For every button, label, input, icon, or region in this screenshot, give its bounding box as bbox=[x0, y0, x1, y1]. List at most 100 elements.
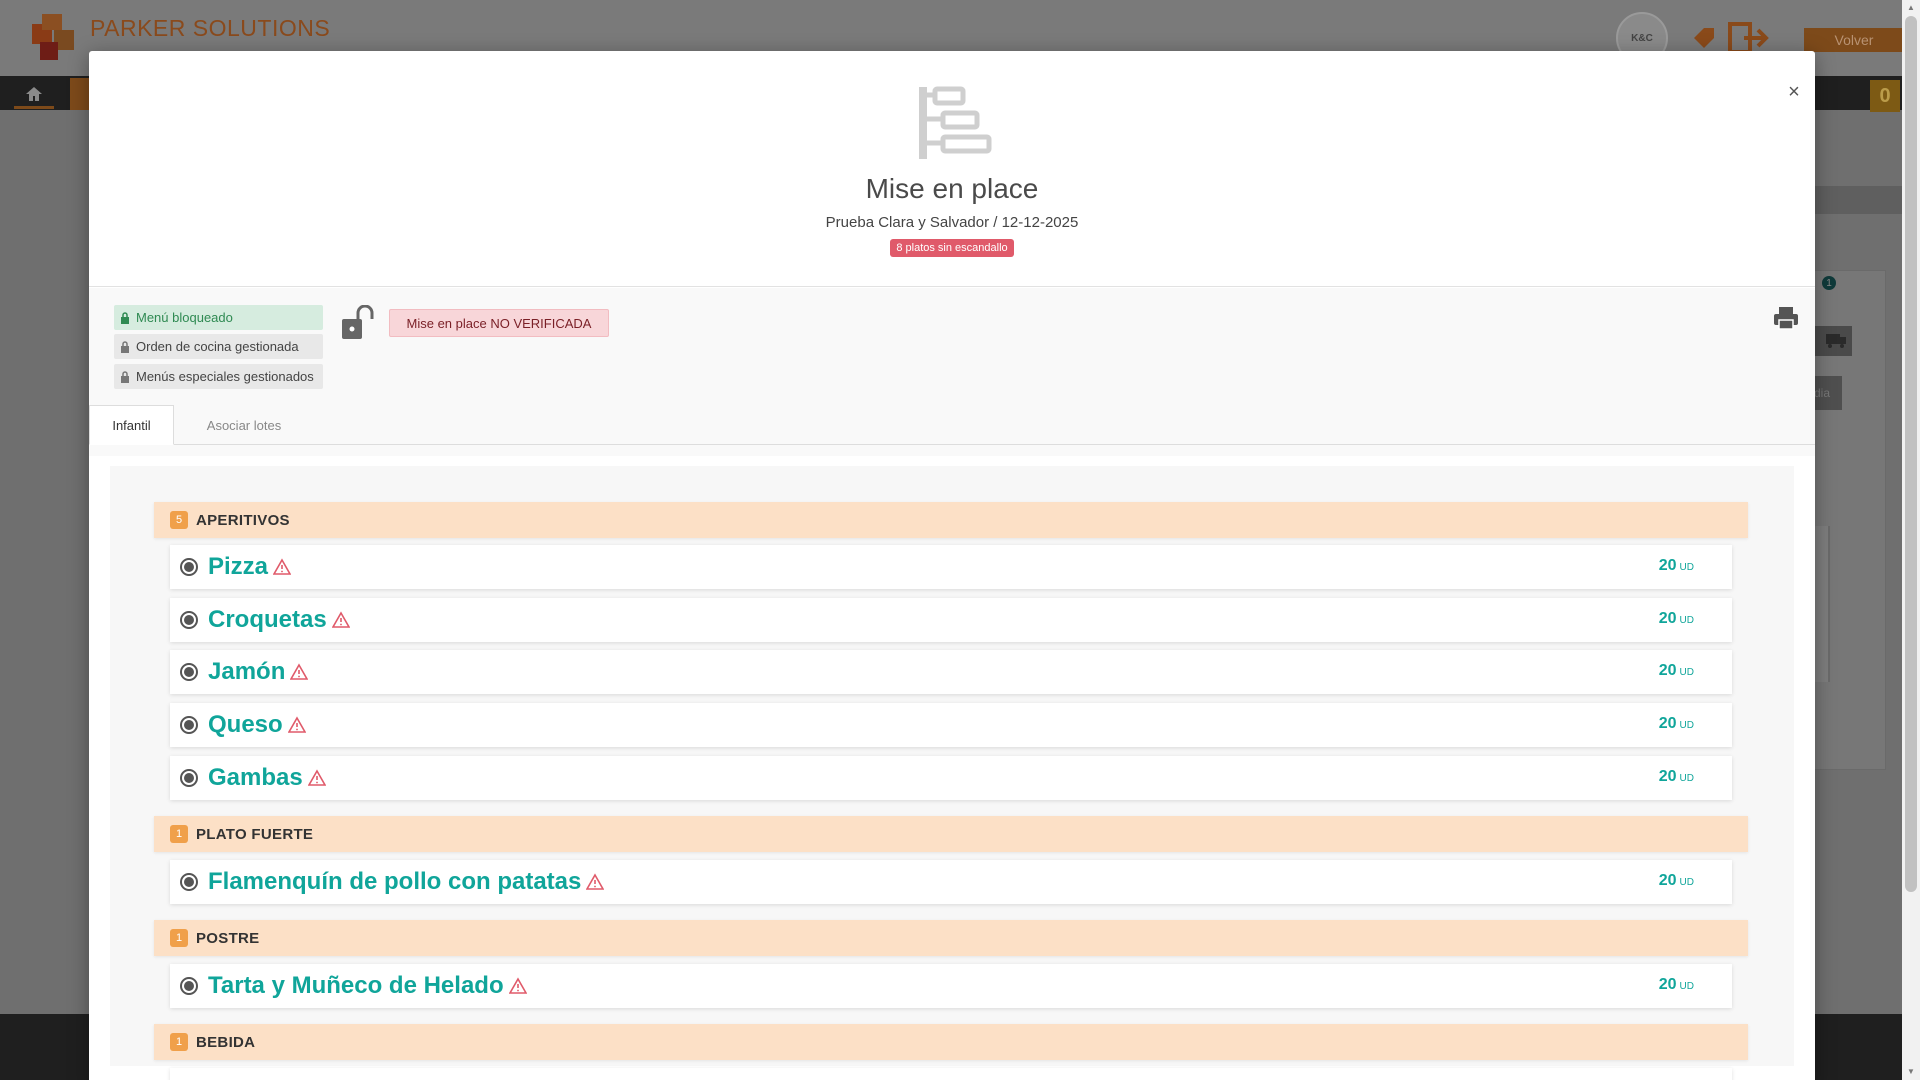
special-menus-status: Menús especiales gestionados bbox=[114, 364, 323, 389]
quantity-unit: UD bbox=[1679, 877, 1694, 888]
background-side-button[interactable]: dia bbox=[1814, 376, 1842, 410]
dish-name: Tarta y Muñeco de Helado bbox=[208, 972, 504, 999]
dish-quantity: 20 UD bbox=[1659, 768, 1694, 786]
modal-subtitle: Prueba Clara y Salvador / 12-12-2025 bbox=[825, 214, 1079, 231]
truck-icon[interactable] bbox=[1814, 326, 1852, 356]
dish-radio[interactable] bbox=[180, 558, 198, 576]
warning-triangle-icon bbox=[307, 769, 326, 786]
dish-row[interactable]: Tarta y Muñeco de Helado 20 UD bbox=[170, 964, 1732, 1008]
tab-infantil[interactable]: Infantil bbox=[89, 405, 174, 445]
quantity-value: 20 bbox=[1658, 557, 1677, 574]
dish-radio[interactable] bbox=[180, 663, 198, 681]
quantity-value: 20 bbox=[1658, 768, 1677, 785]
dish-quantity: 20 UD bbox=[1659, 976, 1694, 994]
home-tab-indicator bbox=[14, 106, 54, 109]
kitchen-order-status: Orden de cocina gestionada bbox=[114, 334, 323, 359]
quantity-value: 20 bbox=[1658, 610, 1677, 627]
print-icon[interactable] bbox=[1772, 305, 1800, 331]
scroll-down-arrow-icon[interactable]: ▼ bbox=[1906, 1066, 1916, 1076]
warning-triangle-icon bbox=[290, 663, 309, 680]
cart-counter[interactable]: 0 bbox=[1870, 80, 1900, 112]
category-header-bebida: 1 BEBIDA bbox=[154, 1024, 1748, 1060]
category-count: 1 bbox=[170, 825, 188, 843]
background-badge: 1 bbox=[1822, 276, 1836, 290]
dish-row[interactable]: Gambas 20 UD bbox=[170, 756, 1732, 800]
dish-row[interactable]: Pizza 20 UD bbox=[170, 545, 1732, 589]
category-count: 5 bbox=[170, 511, 188, 529]
unlock-icon[interactable] bbox=[340, 305, 376, 341]
quantity-value: 20 bbox=[1658, 662, 1677, 679]
tag-icon[interactable] bbox=[1690, 24, 1718, 52]
quantity-unit: UD bbox=[1679, 981, 1694, 992]
quantity-unit: UD bbox=[1679, 720, 1694, 731]
category-name: BEBIDA bbox=[196, 1033, 256, 1051]
mise-en-place-content: 5 APERITIVOS Pizza 20 UD Croquetas 20 UD J… bbox=[110, 466, 1794, 1080]
dish-row[interactable]: Flamenquín de pollo con patatas 20 UD bbox=[170, 860, 1732, 904]
dish-name: Queso bbox=[208, 711, 283, 738]
lock-icon bbox=[121, 311, 129, 324]
tab-asociar-lotes[interactable]: Asociar lotes bbox=[189, 405, 299, 445]
quantity-value: 20 bbox=[1658, 715, 1677, 732]
tab-bar: Infantil Asociar lotes bbox=[89, 405, 1815, 445]
parker-logo-icon bbox=[32, 14, 74, 60]
dish-row[interactable]: Jamón 20 UD bbox=[170, 650, 1732, 694]
warning-badge: 8 platos sin escandallo bbox=[890, 239, 1014, 257]
lock-icon bbox=[121, 370, 129, 383]
verification-status-button[interactable]: Mise en place NO VERIFICADA bbox=[389, 309, 609, 337]
warning-triangle-icon bbox=[287, 716, 306, 733]
category-name: POSTRE bbox=[196, 929, 260, 947]
mise-en-place-modal: Mise en place Prueba Clara y Salvador / … bbox=[89, 51, 1815, 1080]
menu-locked-label: Menú bloqueado bbox=[136, 310, 233, 325]
quantity-unit: UD bbox=[1679, 773, 1694, 784]
quantity-unit: UD bbox=[1679, 667, 1694, 678]
warning-triangle-icon bbox=[273, 558, 292, 575]
dish-radio[interactable] bbox=[180, 977, 198, 995]
background-logo-text: PARKER SOLUTIONS bbox=[90, 15, 331, 41]
category-header-plato-fuerte: 1 PLATO FUERTE bbox=[154, 816, 1748, 852]
background-nav-tab[interactable] bbox=[70, 78, 90, 110]
kitchen-order-label: Orden de cocina gestionada bbox=[136, 339, 299, 354]
quantity-value: 20 bbox=[1658, 872, 1677, 889]
dish-row[interactable]: Queso 20 UD bbox=[170, 703, 1732, 747]
quantity-unit: UD bbox=[1679, 615, 1694, 626]
logout-icon[interactable] bbox=[1728, 22, 1772, 54]
dish-quantity: 20 UD bbox=[1659, 557, 1694, 575]
dish-row[interactable]: Croquetas 20 UD bbox=[170, 598, 1732, 642]
lock-icon bbox=[121, 340, 129, 353]
close-icon[interactable]: × bbox=[1782, 80, 1806, 104]
home-icon[interactable] bbox=[18, 82, 50, 106]
warning-badge-row: 8 platos sin escandallo bbox=[89, 238, 1815, 257]
scroll-up-arrow-icon[interactable]: ▲ bbox=[1906, 2, 1916, 12]
quantity-value: 20 bbox=[1658, 976, 1677, 993]
mise-en-place-hierarchy-icon bbox=[919, 86, 992, 159]
category-header-postre: 1 POSTRE bbox=[154, 920, 1748, 956]
dish-radio[interactable] bbox=[180, 769, 198, 787]
warning-triangle-icon bbox=[508, 977, 527, 994]
background-inner-box bbox=[1814, 526, 1830, 682]
menu-locked-status: Menú bloqueado bbox=[114, 305, 323, 330]
dish-quantity: 20 UD bbox=[1659, 662, 1694, 680]
warning-triangle-icon bbox=[331, 611, 350, 628]
dish-quantity: 20 UD bbox=[1659, 715, 1694, 733]
dish-quantity: 20 UD bbox=[1659, 872, 1694, 890]
scrollbar-thumb[interactable] bbox=[1905, 16, 1917, 892]
category-header-aperitivos: 5 APERITIVOS bbox=[154, 502, 1748, 538]
volver-button[interactable]: Volver bbox=[1804, 28, 1904, 52]
category-count: 1 bbox=[170, 929, 188, 947]
dish-quantity: 20 UD bbox=[1659, 610, 1694, 628]
dish-radio[interactable] bbox=[180, 873, 198, 891]
dish-name: Jamón bbox=[208, 658, 286, 685]
dish-name: Pizza bbox=[208, 553, 269, 580]
dish-name: Croquetas bbox=[208, 606, 327, 633]
warning-triangle-icon bbox=[586, 873, 605, 890]
category-name: APERITIVOS bbox=[196, 511, 290, 529]
quantity-unit: UD bbox=[1679, 562, 1694, 573]
dish-row[interactable] bbox=[170, 1068, 1732, 1080]
background-strip bbox=[1814, 186, 1902, 214]
dish-radio[interactable] bbox=[180, 716, 198, 734]
dish-name: Flamenquín de pollo con patatas bbox=[208, 868, 582, 895]
category-name: PLATO FUERTE bbox=[196, 825, 314, 843]
category-count: 1 bbox=[170, 1033, 188, 1051]
modal-title: Mise en place bbox=[865, 173, 1039, 204]
dish-radio[interactable] bbox=[180, 611, 198, 629]
